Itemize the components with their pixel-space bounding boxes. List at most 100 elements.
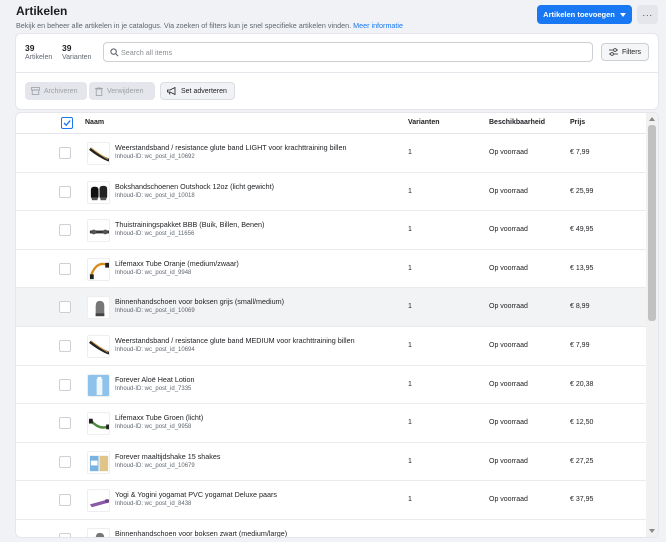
product-thumbnail <box>87 527 110 537</box>
product-name[interactable]: Lifemaxx Tube Oranje (medium/zwaar) <box>115 259 239 268</box>
product-name[interactable]: Weerstandsband / resistance glute band M… <box>115 336 355 345</box>
price-cell: € 7,99 <box>570 149 590 156</box>
table-row[interactable]: Forever maaltijdshake 15 shakes Inhoud-ID… <box>16 443 646 482</box>
availability-cell: Op voorraad <box>489 496 528 504</box>
stat-variants: 39 Varianten <box>62 43 91 61</box>
sliders-icon <box>608 48 618 56</box>
product-thumbnail <box>87 257 110 281</box>
product-name[interactable]: Weerstandsband / resistance glute band L… <box>115 143 346 152</box>
product-thumbnail <box>87 489 110 513</box>
col-availability-header[interactable]: Beschikbaarheid <box>489 119 545 126</box>
add-items-button[interactable]: Artikelen toevoegen <box>537 5 632 24</box>
variants-cell: 1 <box>408 380 412 388</box>
row-checkbox[interactable] <box>59 378 71 391</box>
row-checkbox[interactable] <box>59 494 71 507</box>
delete-label: Verwijderen <box>107 87 144 95</box>
availability-cell: Op voorraad <box>489 149 528 156</box>
product-content-id: Inhoud-ID: wc_post_id_10018 <box>115 192 195 199</box>
table-row[interactable]: Lifemaxx Tube Oranje (medium/zwaar) Inhou… <box>16 250 646 289</box>
table-row[interactable]: Bokshandschoenen Outshock 12oz (licht ge… <box>16 173 646 212</box>
row-checkbox[interactable] <box>59 301 71 314</box>
filters-label: Filters <box>621 48 642 56</box>
more-options-button[interactable]: ··· <box>637 5 658 24</box>
archive-label: Archiveren <box>44 87 78 95</box>
subtitle-text: Bekijk en beheer alle artikelen in je ca… <box>16 21 352 30</box>
select-all-checkbox[interactable] <box>61 117 73 129</box>
table-header: Naam Varianten Beschikbaarheid Prijs <box>16 113 646 134</box>
set-advertise-button[interactable]: Set adverteren <box>160 82 235 100</box>
table-row[interactable]: Forever Aloë Heat Lotion Inhoud-ID: wc_po… <box>16 366 646 405</box>
add-items-label: Artikelen toevoegen <box>543 10 615 19</box>
table-row[interactable]: Weerstandsband / resistance glute band M… <box>16 327 646 366</box>
price-cell: € 7,99 <box>570 341 590 349</box>
checkmark-icon <box>63 120 71 127</box>
col-name-header[interactable]: Naam <box>85 119 104 126</box>
row-checkbox[interactable] <box>59 147 71 159</box>
product-name[interactable]: Binnenhandschoen voor boksen grijs (smal… <box>115 297 284 306</box>
product-thumbnail <box>87 412 110 436</box>
product-thumbnail <box>87 219 110 243</box>
availability-cell: Op voorraad <box>489 341 528 349</box>
availability-cell: Op voorraad <box>489 303 528 311</box>
product-content-id: Inhoud-ID: wc_post_id_11656 <box>115 231 195 238</box>
availability-cell: Op voorraad <box>489 264 528 272</box>
availability-cell: Op voorraad <box>489 457 528 465</box>
product-content-id: Inhoud-ID: wc_post_id_10694 <box>115 346 195 353</box>
availability-cell: Op voorraad <box>489 419 528 427</box>
toolbar-card: 39 Artikelen 39 Varianten Search all ite… <box>16 34 658 109</box>
product-name[interactable]: Forever maaltijdshake 15 shakes <box>115 452 220 461</box>
price-cell: € 27,25 <box>570 457 594 465</box>
price-cell: € 8,99 <box>570 303 590 311</box>
row-checkbox[interactable] <box>59 455 71 468</box>
product-content-id: Inhoud-ID: wc_post_id_10679 <box>115 462 195 469</box>
items-table: Naam Varianten Beschikbaarheid Prijs Wee… <box>16 113 658 537</box>
variants-cell: 1 <box>408 226 412 234</box>
search-input[interactable]: Search all items <box>103 42 593 62</box>
scrollbar-thumb[interactable] <box>648 125 656 321</box>
scrollbar[interactable] <box>646 113 658 537</box>
set-advertise-label: Set adverteren <box>181 87 227 95</box>
variants-cell: 1 <box>408 187 412 195</box>
price-cell: € 13,95 <box>570 264 594 272</box>
product-content-id: Inhoud-ID: wc_post_id_9958 <box>115 424 192 431</box>
row-checkbox[interactable] <box>59 224 71 237</box>
delete-button[interactable]: Verwijderen <box>89 82 155 100</box>
product-name[interactable]: Forever Aloë Heat Lotion <box>115 375 195 384</box>
price-cell: € 25,99 <box>570 187 594 195</box>
table-row[interactable]: Yogi & Yogini yogamat PVC yogamat Deluxe… <box>16 481 646 520</box>
scroll-down-icon[interactable] <box>649 529 655 533</box>
variants-cell: 1 <box>408 264 412 272</box>
row-checkbox[interactable] <box>59 185 71 198</box>
more-info-link[interactable]: Meer informatie <box>353 21 403 30</box>
table-row[interactable]: Binnenhandschoen voor boksen zwart (medi… <box>16 520 646 537</box>
col-price-header[interactable]: Prijs <box>570 119 585 126</box>
availability-cell: Op voorraad <box>489 187 528 195</box>
toolbar-divider <box>16 72 658 73</box>
stat-items: 39 Artikelen <box>25 43 52 61</box>
product-name[interactable]: Binnenhandschoen voor boksen zwart (medi… <box>115 529 287 537</box>
table-row[interactable]: Binnenhandschoen voor boksen grijs (smal… <box>16 288 646 327</box>
product-content-id: Inhoud-ID: wc_post_id_7335 <box>115 385 192 392</box>
row-checkbox[interactable] <box>59 417 71 430</box>
row-checkbox[interactable] <box>59 532 71 537</box>
table-row[interactable]: Weerstandsband / resistance glute band L… <box>16 134 646 173</box>
row-checkbox[interactable] <box>59 339 71 352</box>
more-dots-icon: ··· <box>642 9 653 20</box>
scroll-up-icon[interactable] <box>649 117 655 121</box>
filters-button[interactable]: Filters <box>601 43 649 61</box>
product-content-id: Inhoud-ID: wc_post_id_10692 <box>115 154 195 160</box>
variants-cell: 1 <box>408 341 412 349</box>
archive-button[interactable]: Archiveren <box>25 82 87 100</box>
product-content-id: Inhoud-ID: wc_post_id_9948 <box>115 269 192 276</box>
product-content-id: Inhoud-ID: wc_post_id_8438 <box>115 501 192 508</box>
table-row[interactable]: Thuistrainingspakket BBB (Buik, Billen, … <box>16 211 646 250</box>
row-checkbox[interactable] <box>59 262 71 275</box>
col-variants-header[interactable]: Varianten <box>408 119 440 126</box>
variants-cell: 1 <box>408 303 412 311</box>
product-name[interactable]: Bokshandschoenen Outshock 12oz (licht ge… <box>115 182 274 191</box>
table-row[interactable]: Lifemaxx Tube Groen (licht) Inhoud-ID: wc… <box>16 404 646 443</box>
product-name[interactable]: Thuistrainingspakket BBB (Buik, Billen, … <box>115 220 264 229</box>
product-name[interactable]: Yogi & Yogini yogamat PVC yogamat Deluxe… <box>115 490 277 499</box>
product-name[interactable]: Lifemaxx Tube Groen (licht) <box>115 413 203 422</box>
stat-items-count: 39 <box>25 43 35 53</box>
